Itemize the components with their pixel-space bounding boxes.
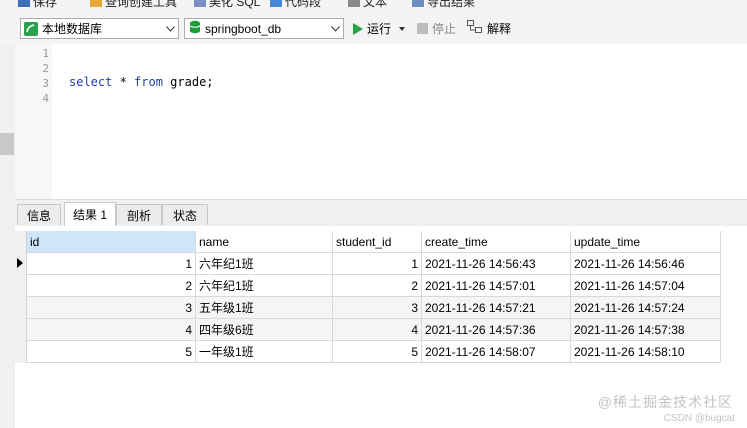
chevron-down-icon <box>162 19 178 38</box>
run-button[interactable]: 运行 <box>353 19 406 38</box>
text-button[interactable]: 文本 <box>348 0 387 10</box>
query-builder-icon <box>90 0 102 7</box>
query-builder-button[interactable]: 查询创建工具 <box>90 0 177 10</box>
connection-icon <box>24 21 38 36</box>
cell-id[interactable]: 5 <box>27 341 196 363</box>
beautify-label: 美化 SQL <box>209 0 261 9</box>
database-select[interactable]: springboot_db <box>184 18 344 39</box>
database-icon <box>189 20 201 37</box>
column-header-create-time[interactable]: create_time <box>422 231 571 253</box>
connection-toolbar: 本地数据库 springboot_db 运行 停止 解释 <box>0 14 747 44</box>
line-number: 1 <box>42 47 49 60</box>
export-icon <box>412 0 424 7</box>
cell-update-time[interactable]: 2021-11-26 14:57:38 <box>571 319 721 341</box>
code-snippet-button[interactable]: 代码段 <box>270 0 321 10</box>
column-header-name[interactable]: name <box>196 231 333 253</box>
cell-create-time[interactable]: 2021-11-26 14:58:07 <box>422 341 571 363</box>
left-scroll-thumb[interactable] <box>0 133 14 155</box>
explain-button[interactable]: 解释 <box>467 19 511 38</box>
cell-update-time[interactable]: 2021-11-26 14:57:04 <box>571 275 721 297</box>
sql-text: * <box>112 75 135 89</box>
cell-name[interactable]: 一年级1班 <box>196 341 333 363</box>
line-number: 2 <box>42 62 49 75</box>
beautify-sql-button[interactable]: 美化 SQL <box>194 0 260 10</box>
cell-student-id[interactable]: 5 <box>333 341 422 363</box>
cell-id[interactable]: 1 <box>27 253 196 275</box>
cell-id[interactable]: 4 <box>27 319 196 341</box>
cell-name[interactable]: 六年纪1班 <box>196 275 333 297</box>
tab-label: 状态 <box>172 208 197 223</box>
cell-name[interactable]: 六年纪1班 <box>196 253 333 275</box>
cell-id[interactable]: 2 <box>27 275 196 297</box>
tab-label: 剖析 <box>126 208 151 223</box>
export-result-button[interactable]: 导出结果 <box>412 0 475 10</box>
sql-code-line[interactable]: select * from grade; <box>69 75 214 89</box>
explain-icon <box>467 20 483 37</box>
tab-status[interactable]: 状态 <box>162 204 208 225</box>
row-header-column <box>15 231 27 363</box>
stop-button[interactable]: 停止 <box>417 19 456 38</box>
left-panel-edge <box>0 44 14 428</box>
play-icon <box>353 22 363 35</box>
main-toolbar: 保存 查询创建工具 美化 SQL 代码段 文本 导出结果 <box>0 0 747 14</box>
cell-update-time[interactable]: 2021-11-26 14:58:10 <box>571 341 721 363</box>
watermark: @稀土掘金技术社区 <box>597 394 733 410</box>
cell-update-time[interactable]: 2021-11-26 14:57:24 <box>571 297 721 319</box>
tab-label: 结果 1 <box>72 208 107 222</box>
watermark-credit: CSDN @bugcat <box>663 413 735 424</box>
column-header-update-time[interactable]: update_time <box>571 231 721 253</box>
tab-info[interactable]: 信息 <box>17 204 61 225</box>
explain-label: 解释 <box>487 22 512 36</box>
cell-student-id[interactable]: 2 <box>333 275 422 297</box>
code-snippet-icon <box>270 0 282 7</box>
beautify-icon <box>194 0 206 7</box>
cell-student-id[interactable]: 4 <box>333 319 422 341</box>
stop-label: 停止 <box>432 22 457 36</box>
sql-text: grade; <box>162 75 214 89</box>
current-row-icon <box>17 258 23 268</box>
sql-keyword: select <box>69 75 113 89</box>
chevron-down-icon <box>327 19 343 38</box>
connection-select[interactable]: 本地数据库 <box>20 18 179 39</box>
cell-name[interactable]: 五年级1班 <box>196 297 333 319</box>
export-label: 导出结果 <box>427 0 476 9</box>
text-icon <box>348 0 360 7</box>
column-header-id[interactable]: id <box>27 231 196 253</box>
code-snippet-label: 代码段 <box>285 0 322 9</box>
save-icon <box>18 0 30 7</box>
cell-id[interactable]: 3 <box>27 297 196 319</box>
text-label: 文本 <box>363 0 388 9</box>
run-dropdown-icon[interactable] <box>399 26 406 31</box>
cell-create-time[interactable]: 2021-11-26 14:57:36 <box>422 319 571 341</box>
stop-icon <box>417 23 428 34</box>
sql-keyword: from <box>134 75 163 89</box>
cell-student-id[interactable]: 1 <box>333 253 422 275</box>
cell-student-id[interactable]: 3 <box>333 297 422 319</box>
query-builder-label: 查询创建工具 <box>105 0 178 9</box>
line-gutter: 1 2 3 4 <box>15 44 52 199</box>
run-label: 运行 <box>367 22 392 36</box>
column-header-student-id[interactable]: student_id <box>333 231 422 253</box>
cell-create-time[interactable]: 2021-11-26 14:57:21 <box>422 297 571 319</box>
cell-name[interactable]: 四年级6班 <box>196 319 333 341</box>
tab-profile[interactable]: 剖析 <box>116 204 162 225</box>
line-number: 4 <box>42 92 49 105</box>
cell-create-time[interactable]: 2021-11-26 14:56:43 <box>422 253 571 275</box>
tab-result-1[interactable]: 结果 1 <box>64 202 116 226</box>
result-tabs: 信息 结果 1 剖析 状态 <box>15 199 747 226</box>
connection-value: 本地数据库 <box>42 22 103 36</box>
line-number: 3 <box>42 77 49 90</box>
save-button[interactable]: 保存 <box>18 0 57 10</box>
cell-update-time[interactable]: 2021-11-26 14:56:46 <box>571 253 721 275</box>
tab-label: 信息 <box>26 208 51 223</box>
database-value: springboot_db <box>205 21 282 36</box>
save-label: 保存 <box>33 0 58 9</box>
sql-editor[interactable]: 1 2 3 4 select * from grade; <box>15 44 747 199</box>
cell-create-time[interactable]: 2021-11-26 14:57:01 <box>422 275 571 297</box>
